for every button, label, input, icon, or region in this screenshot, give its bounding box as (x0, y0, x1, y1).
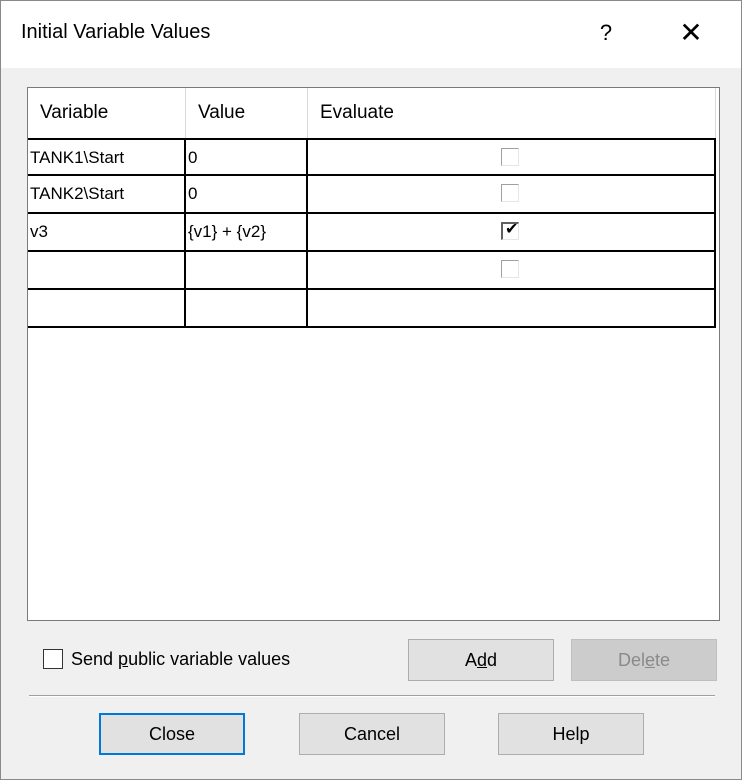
evaluate-cell[interactable] (308, 176, 716, 212)
variable-cell[interactable]: v3 (28, 214, 186, 250)
evaluate-cell[interactable]: ✔ (308, 214, 716, 250)
help-button[interactable]: Help (498, 713, 644, 755)
variable-cell[interactable] (28, 290, 186, 326)
send-public-values-label[interactable]: Send public variable values (71, 649, 290, 670)
column-header-variable-label: Variable (40, 102, 109, 123)
separator (29, 695, 715, 697)
evaluate-checkbox[interactable]: ✔ (501, 221, 519, 240)
variable-cell[interactable] (28, 252, 186, 288)
evaluate-checkbox[interactable] (501, 260, 519, 278)
variable-cell[interactable]: TANK2\Start (28, 176, 186, 212)
column-header-evaluate[interactable]: Evaluate (308, 88, 716, 138)
cancel-button[interactable]: Cancel (299, 713, 445, 755)
checkmark-icon: ✔ (505, 221, 519, 238)
value-cell[interactable] (186, 290, 308, 326)
evaluate-checkbox[interactable] (501, 184, 519, 202)
table-row[interactable] (28, 252, 716, 290)
variables-grid[interactable]: Variable Value Evaluate TANK1\Start 0 TANK… (27, 87, 720, 621)
grid-header: Variable Value Evaluate (28, 88, 719, 138)
close-button[interactable]: Close (99, 713, 245, 755)
initial-variable-values-dialog: Initial Variable Values ? ✕ Variable Val… (0, 0, 742, 780)
evaluate-checkbox[interactable] (501, 148, 519, 166)
table-row[interactable]: v3 {v1} + {v2} ✔ (28, 214, 716, 252)
value-cell[interactable]: 0 (186, 176, 308, 212)
delete-button[interactable]: Delete (571, 639, 717, 681)
evaluate-cell[interactable] (308, 252, 716, 288)
column-header-value-label: Value (198, 102, 246, 123)
value-cell[interactable]: 0 (186, 140, 308, 176)
column-header-value[interactable]: Value (186, 88, 308, 138)
table-row[interactable]: TANK2\Start 0 (28, 176, 716, 214)
table-row[interactable] (28, 290, 716, 328)
column-header-variable[interactable]: Variable (28, 88, 186, 138)
help-icon[interactable]: ? (591, 15, 621, 51)
title-bar: Initial Variable Values ? ✕ (1, 1, 741, 68)
variable-cell[interactable]: TANK1\Start (28, 140, 186, 176)
evaluate-cell[interactable] (308, 140, 716, 176)
value-cell[interactable] (186, 252, 308, 288)
dialog-title: Initial Variable Values (21, 21, 211, 43)
close-icon[interactable]: ✕ (671, 15, 711, 51)
value-cell[interactable]: {v1} + {v2} (186, 214, 308, 250)
send-public-values-checkbox[interactable] (43, 649, 63, 669)
add-button[interactable]: Add (408, 639, 554, 681)
evaluate-cell[interactable] (308, 290, 716, 326)
table-row[interactable]: TANK1\Start 0 (28, 138, 716, 176)
column-header-evaluate-label: Evaluate (320, 102, 394, 123)
